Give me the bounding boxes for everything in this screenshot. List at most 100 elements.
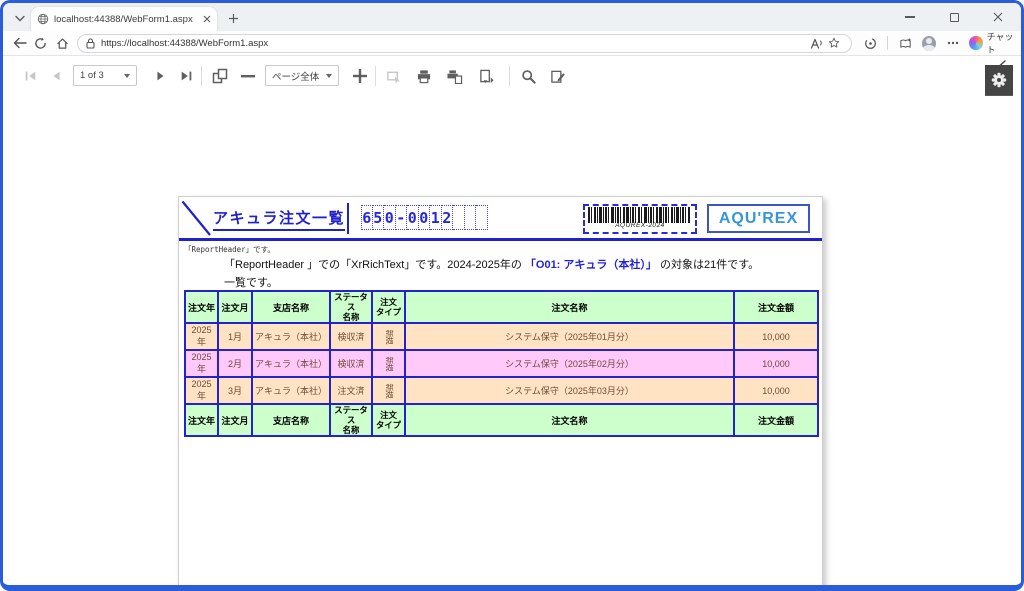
header-order-type: 注文タイプ [372, 404, 405, 436]
rich-text-pre: 「ReportHeader 」での「XrRichText」です。2024-202… [224, 259, 525, 271]
postal-char-empty [453, 205, 465, 230]
header-order-amount: 注文金額 [734, 404, 818, 436]
print-page-button[interactable] [443, 65, 465, 87]
header-type-line1: 注文 [374, 410, 403, 420]
page-indicator-dropdown[interactable]: 1 of 3 [73, 65, 137, 86]
edit-watermark-button[interactable] [547, 65, 569, 87]
postal-char-empty [476, 205, 488, 230]
addressbar-right-icons: チャット [860, 30, 1021, 56]
cell-order-year: 2025年 [185, 377, 218, 404]
last-page-button[interactable] [175, 65, 197, 87]
rotated-type-text: 新規 [383, 357, 394, 371]
cell-order-name: システム保守（2025年02月分） [405, 350, 734, 377]
postal-char: 6 [361, 205, 373, 230]
highlight-editing-fields-button[interactable] [383, 65, 405, 87]
previous-page-button[interactable] [45, 65, 67, 87]
table-header-row: 注文年 注文月 支店名称 ステータス名称 注文タイプ 注文名称 注文金額 [185, 291, 818, 323]
close-button[interactable] [989, 8, 1007, 26]
header-order-name: 注文名称 [405, 404, 734, 436]
cell-order-name: システム保守（2025年03月分） [405, 377, 734, 404]
chevron-down-icon [326, 74, 332, 78]
cell-order-type: 新規 [372, 377, 405, 404]
zoom-level-value: ページ全体 [272, 69, 319, 83]
cell-order-type: 新規 [372, 323, 405, 350]
cell-branch-name: アキュラ（本社） [252, 377, 330, 404]
report-title: アキュラ注文一覧 [213, 207, 345, 231]
header-type-line1: 注文 [374, 297, 403, 307]
header-status-name: ステータス名称 [330, 291, 372, 323]
header-status-name: ステータス名称 [330, 404, 372, 436]
globe-icon [37, 13, 49, 25]
tab-search-chevron-icon[interactable] [11, 9, 29, 27]
more-icon[interactable] [942, 33, 963, 53]
postal-char: 5 [373, 205, 385, 230]
toolbar-separator [509, 66, 510, 86]
header-rule [179, 238, 822, 241]
header-branch-name: 支店名称 [252, 404, 330, 436]
company-logo: AQU'REX [707, 204, 810, 233]
browser-tab[interactable]: localhost:44388/WebForm1.aspx [31, 7, 217, 31]
logo-text: AQU'REX [719, 210, 798, 228]
multipage-view-button[interactable] [209, 65, 231, 87]
header-order-month: 注文月 [218, 404, 252, 436]
new-tab-button[interactable] [225, 10, 241, 26]
cell-order-month: 3月 [218, 377, 252, 404]
home-icon[interactable] [52, 33, 73, 53]
first-page-button[interactable] [19, 65, 41, 87]
parameters-gear-button[interactable] [985, 65, 1013, 95]
divider [887, 36, 888, 50]
rotated-type-text: 新規 [383, 330, 394, 344]
cell-order-amount: 10,000 [734, 350, 818, 377]
report-page: アキュラ注文一覧 6 5 0 - 0 0 1 2 [178, 196, 823, 591]
copilot-icon [969, 36, 982, 50]
url-bar[interactable]: https://localhost:44388/WebForm1.aspx [77, 34, 852, 53]
header-status-line2: 名称 [332, 312, 370, 322]
cell-order-year: 2025年 [185, 323, 218, 350]
postal-char: 0 [419, 205, 431, 230]
tab-close-icon[interactable] [203, 15, 211, 23]
favorite-star-icon[interactable] [825, 35, 843, 51]
cell-order-type: 新規 [372, 350, 405, 377]
search-button[interactable] [517, 65, 539, 87]
order-table: 注文年 注文月 支店名称 ステータス名称 注文タイプ 注文名称 注文金額 202… [184, 290, 819, 437]
table-row: 2025年 1月 アキュラ（本社） 検収済 新規 システム保守（2025年01月… [185, 323, 818, 350]
diagonal-line-decoration [181, 200, 213, 237]
header-order-amount: 注文金額 [734, 291, 818, 323]
zoom-level-dropdown[interactable]: ページ全体 [265, 65, 339, 86]
browser-essentials-icon[interactable] [860, 33, 881, 53]
header-order-type: 注文タイプ [372, 291, 405, 323]
collections-icon[interactable] [894, 33, 915, 53]
table-row: 2025年 2月 アキュラ（本社） 検収済 新規 システム保守（2025年02月… [185, 350, 818, 377]
next-page-button[interactable] [149, 65, 171, 87]
cell-branch-name: アキュラ（本社） [252, 350, 330, 377]
postal-char: 1 [430, 205, 442, 230]
cell-status: 検収済 [330, 323, 372, 350]
copilot-button[interactable]: チャット [969, 30, 1021, 56]
cell-order-month: 2月 [218, 350, 252, 377]
zoom-in-button[interactable] [349, 65, 371, 87]
cell-order-month: 1月 [218, 323, 252, 350]
back-icon[interactable] [9, 33, 30, 53]
browser-titlebar: localhost:44388/WebForm1.aspx [3, 3, 1021, 31]
zoom-out-button[interactable] [237, 65, 259, 87]
refresh-icon[interactable] [30, 33, 51, 53]
url-text: https://localhost:44388/WebForm1.aspx [101, 38, 807, 49]
cell-order-amount: 10,000 [734, 377, 818, 404]
read-aloud-icon[interactable] [807, 35, 825, 51]
header-status-line1: ステータス [332, 405, 370, 425]
rich-text-highlight: 「O01: アキュラ（本社）」 [525, 259, 657, 271]
barcode-bars [588, 207, 692, 223]
cell-order-year: 2025年 [185, 350, 218, 377]
print-button[interactable] [413, 65, 435, 87]
export-button[interactable] [473, 65, 503, 87]
header-divider [347, 203, 349, 234]
chevron-down-icon [124, 74, 130, 78]
profile-avatar[interactable] [922, 36, 936, 51]
minimize-button[interactable] [901, 8, 919, 26]
header-order-month: 注文月 [218, 291, 252, 323]
header-order-year: 注文年 [185, 404, 218, 436]
maximize-button[interactable] [945, 8, 963, 26]
cell-status: 注文済 [330, 377, 372, 404]
viewer-canvas: アキュラ注文一覧 6 5 0 - 0 0 1 2 [3, 96, 1021, 585]
header-status-line2: 名称 [332, 425, 370, 435]
